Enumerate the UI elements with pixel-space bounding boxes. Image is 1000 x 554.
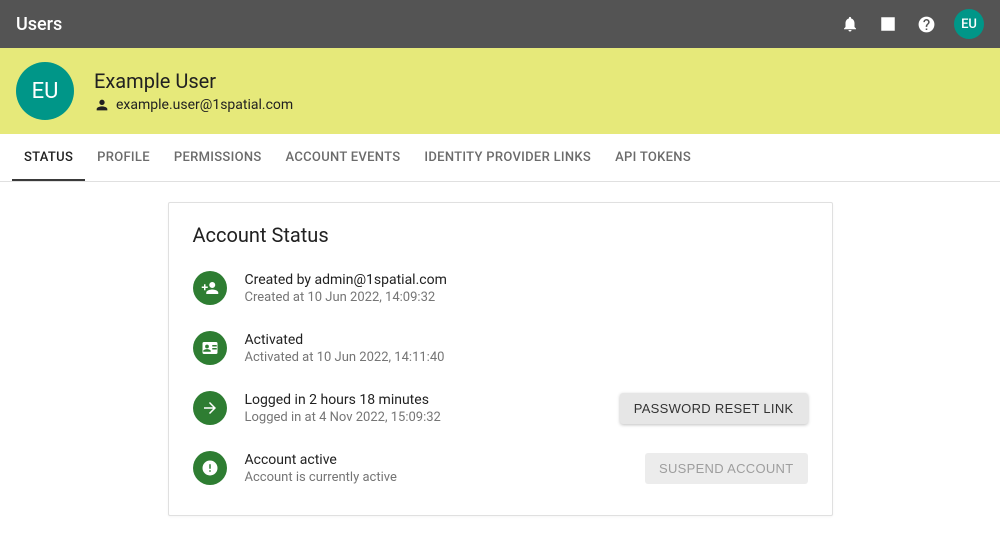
tab-account-events[interactable]: ACCOUNT EVENTS	[274, 134, 413, 181]
password-reset-button[interactable]: PASSWORD RESET LINK	[620, 393, 808, 424]
tab-status[interactable]: STATUS	[12, 134, 85, 181]
tab-permissions[interactable]: PERMISSIONS	[162, 134, 274, 181]
person-icon	[94, 97, 110, 113]
status-text: Activated Activated at 10 Jun 2022, 14:1…	[245, 332, 808, 365]
status-row-active: Account active Account is currently acti…	[193, 451, 808, 485]
status-row-created: Created by admin@1spatial.com Created at…	[193, 271, 808, 305]
user-avatar-large: EU	[16, 62, 74, 120]
bell-icon[interactable]	[840, 14, 860, 34]
status-primary: Account active	[245, 452, 633, 468]
topbar: Users EU	[0, 0, 1000, 48]
chart-icon[interactable]	[878, 14, 898, 34]
status-text: Logged in 2 hours 18 minutes Logged in a…	[245, 392, 608, 425]
page-title: Users	[16, 14, 840, 35]
user-header: EU Example User example.user@1spatial.co…	[0, 48, 1000, 134]
status-row-activated: Activated Activated at 10 Jun 2022, 14:1…	[193, 331, 808, 365]
user-email: example.user@1spatial.com	[116, 97, 293, 113]
status-text: Account active Account is currently acti…	[245, 452, 633, 485]
card-heading: Account Status	[193, 223, 808, 247]
topbar-actions: EU	[840, 9, 984, 39]
status-action: SUSPEND ACCOUNT	[645, 453, 808, 484]
user-email-row: example.user@1spatial.com	[94, 97, 293, 113]
status-primary: Created by admin@1spatial.com	[245, 272, 808, 288]
id-card-icon	[193, 331, 227, 365]
content: Account Status Created by admin@1spatial…	[0, 182, 1000, 516]
user-avatar-menu[interactable]: EU	[954, 9, 984, 39]
status-primary: Activated	[245, 332, 808, 348]
tab-api-tokens[interactable]: API TOKENS	[603, 134, 703, 181]
status-secondary: Logged in at 4 Nov 2022, 15:09:32	[245, 410, 608, 425]
tab-identity-provider-links[interactable]: IDENTITY PROVIDER LINKS	[412, 134, 603, 181]
user-name: Example User	[94, 69, 293, 93]
person-add-icon	[193, 271, 227, 305]
status-secondary: Created at 10 Jun 2022, 14:09:32	[245, 290, 808, 305]
status-secondary: Account is currently active	[245, 470, 633, 485]
help-icon[interactable]	[916, 14, 936, 34]
tabs: STATUS PROFILE PERMISSIONS ACCOUNT EVENT…	[0, 134, 1000, 182]
account-status-card: Account Status Created by admin@1spatial…	[168, 202, 833, 516]
status-secondary: Activated at 10 Jun 2022, 14:11:40	[245, 350, 808, 365]
suspend-account-button[interactable]: SUSPEND ACCOUNT	[645, 453, 808, 484]
status-row-loggedin: Logged in 2 hours 18 minutes Logged in a…	[193, 391, 808, 425]
tab-profile[interactable]: PROFILE	[85, 134, 162, 181]
user-info: Example User example.user@1spatial.com	[94, 69, 293, 113]
status-action: PASSWORD RESET LINK	[620, 393, 808, 424]
alert-icon	[193, 451, 227, 485]
arrow-right-icon	[193, 391, 227, 425]
status-primary: Logged in 2 hours 18 minutes	[245, 392, 608, 408]
status-text: Created by admin@1spatial.com Created at…	[245, 272, 808, 305]
